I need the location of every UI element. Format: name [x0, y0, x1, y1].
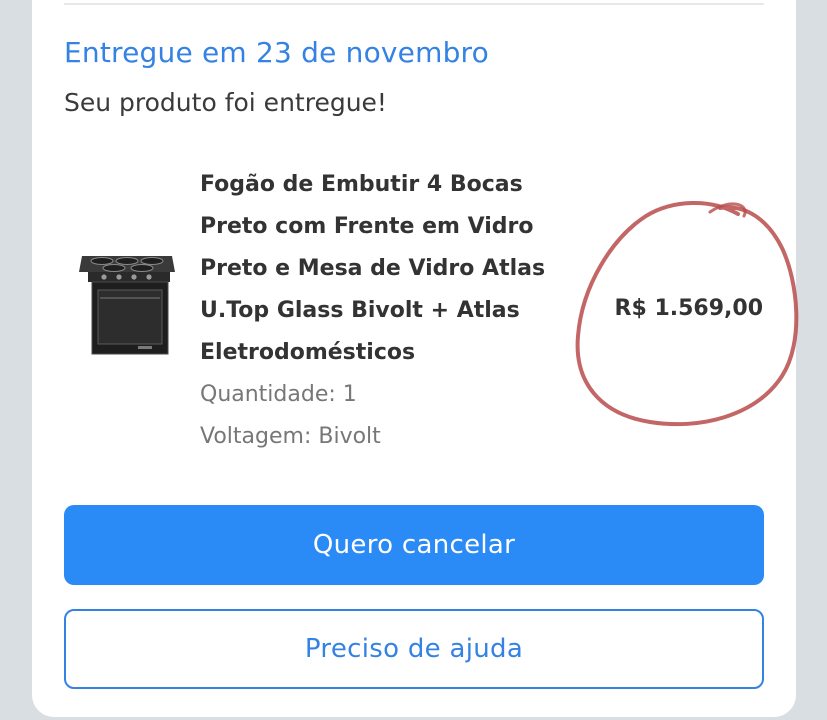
cancel-order-button[interactable]: Quero cancelar	[64, 505, 764, 585]
delivery-status-subtitle: Seu produto foi entregue!	[64, 88, 387, 117]
delivery-status-title: Entregue em 23 de novembro	[64, 36, 489, 69]
product-quantity: Quantidade: 1	[200, 382, 357, 407]
product-info: Fogão de Embutir 4 Bocas Preto com Frent…	[200, 164, 580, 458]
help-button[interactable]: Preciso de ajuda	[64, 609, 764, 689]
product-price: R$ 1.569,00	[614, 296, 763, 321]
divider	[64, 3, 764, 5]
product-title[interactable]: Fogão de Embutir 4 Bocas Preto com Frent…	[200, 164, 580, 374]
stove-image-icon	[79, 256, 175, 355]
product-thumbnail[interactable]	[74, 246, 180, 358]
product-voltage: Voltagem: Bivolt	[200, 424, 381, 449]
